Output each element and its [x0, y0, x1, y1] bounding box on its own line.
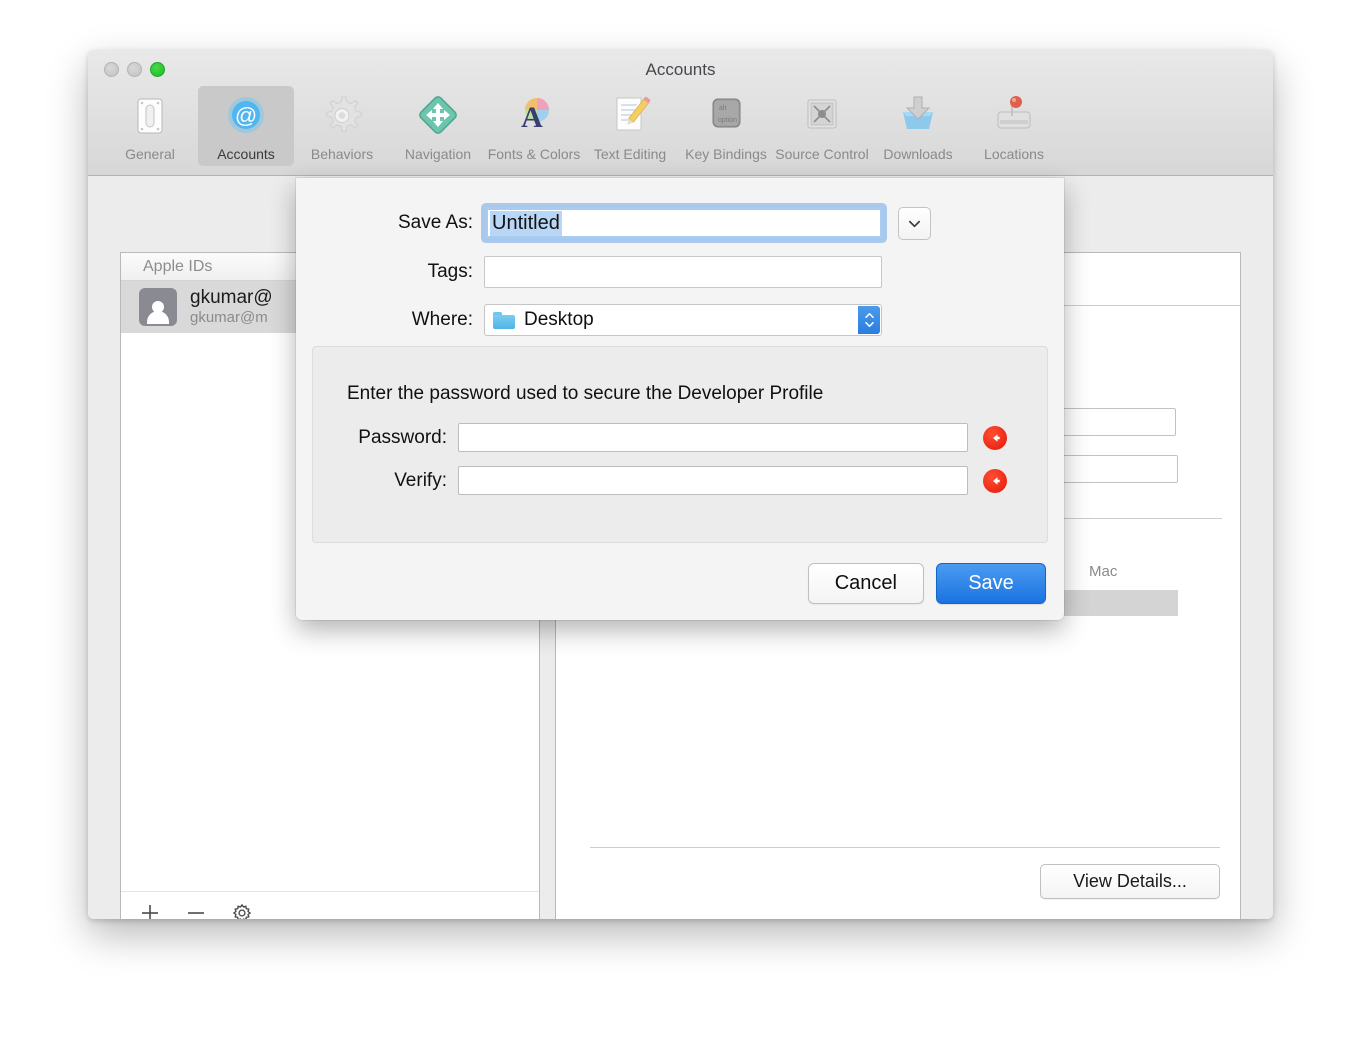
toolbar-item-text-editing[interactable]: Text Editing [582, 86, 678, 162]
toolbar-item-key-bindings[interactable]: alt option Key Bindings [678, 86, 774, 162]
gear-icon [319, 90, 365, 142]
remove-account-button[interactable] [185, 902, 207, 920]
toolbar-item-label: Key Bindings [685, 146, 767, 162]
red-left-arrow-icon[interactable] [983, 425, 1007, 450]
toolbar-item-label: Behaviors [310, 146, 374, 162]
where-label: Where: [411, 309, 473, 330]
svg-text:option: option [718, 117, 737, 124]
toolbar-item-locations[interactable]: Locations [966, 86, 1062, 162]
avatar [139, 288, 177, 326]
password-panel-description: Enter the password used to secure the De… [347, 383, 824, 404]
where-popup-button[interactable]: Desktop [484, 304, 882, 336]
screen: Accounts General @ Accounts Behaviors Na… [0, 0, 1360, 1048]
account-name: gkumar@ [190, 287, 273, 309]
safe-vault-icon [798, 90, 846, 142]
toolbar-item-label: Accounts [217, 146, 275, 162]
red-left-arrow-icon[interactable] [983, 468, 1007, 493]
font-palette-icon: A [510, 90, 558, 142]
svg-text:A: A [521, 101, 543, 134]
keyboard-key-icon: alt option [702, 90, 750, 142]
toolbar-item-source-control[interactable]: Source Control [774, 86, 870, 162]
switch-icon [128, 90, 172, 142]
toolbar-item-label: Navigation [404, 146, 472, 162]
verify-label: Verify: [394, 469, 447, 491]
apple-ids-footer-toolbar [121, 891, 539, 919]
compass-arrows-icon [414, 90, 462, 142]
toolbar-item-accounts[interactable]: @ Accounts [198, 86, 294, 166]
password-panel: Enter the password used to secure the De… [312, 346, 1048, 543]
save-as-value: Untitled [490, 210, 562, 236]
tags-input[interactable] [484, 256, 882, 288]
up-down-chevrons-icon[interactable] [858, 306, 880, 334]
svg-text:alt: alt [719, 105, 726, 112]
view-details-button[interactable]: View Details... [1040, 864, 1220, 899]
account-options-gear-icon[interactable] [231, 902, 253, 919]
toolbar-item-fonts-and-colors[interactable]: A Fonts & Colors [486, 86, 582, 162]
window-title: Accounts [645, 60, 716, 79]
save-dialog-sheet: Save As: Untitled Tags: Where: Desktop E… [296, 178, 1064, 620]
table-column-header-mac: Mac [1089, 563, 1118, 580]
password-input[interactable] [458, 423, 968, 452]
window-titlebar: Accounts General @ Accounts Behaviors Na… [88, 50, 1273, 176]
save-as-input[interactable]: Untitled [484, 206, 884, 240]
at-sign-icon: @ [223, 90, 269, 142]
verify-row: Verify: [313, 466, 1047, 495]
tags-label: Tags: [427, 261, 473, 282]
pencil-page-icon [606, 90, 654, 142]
password-row: Password: [313, 423, 1047, 452]
toolbar-item-label: General [125, 146, 175, 162]
toolbar-item-general[interactable]: General [102, 86, 198, 162]
account-email: gkumar@m [190, 309, 268, 327]
save-as-label: Save As: [398, 212, 473, 233]
where-value: Desktop [524, 309, 594, 330]
add-account-button[interactable] [139, 902, 161, 919]
detail-divider-bottom [590, 847, 1220, 848]
tags-row: Tags: [296, 256, 1064, 288]
download-tray-icon [894, 90, 942, 142]
save-as-row: Save As: Untitled [296, 206, 1064, 240]
toolbar-item-downloads[interactable]: Downloads [870, 86, 966, 162]
toolbar-item-label: Text Editing [593, 146, 667, 162]
toolbar-item-label: Downloads [883, 146, 953, 162]
password-label: Password: [358, 426, 447, 448]
where-row: Where: Desktop [296, 304, 1064, 336]
save-dialog-fields: Save As: Untitled Tags: Where: Desktop [296, 178, 1064, 336]
chevron-down-icon[interactable] [898, 206, 931, 240]
preferences-toolbar: General @ Accounts Behaviors Navigation … [88, 86, 1273, 166]
toolbar-item-label: Fonts & Colors [487, 146, 581, 162]
hard-drive-pin-icon [990, 90, 1038, 142]
svg-text:@: @ [235, 103, 257, 128]
toolbar-item-behaviors[interactable]: Behaviors [294, 86, 390, 162]
folder-icon [493, 311, 515, 329]
toolbar-item-label: Locations [984, 146, 1044, 162]
toolbar-item-label: Source Control [775, 146, 869, 162]
save-dialog-buttons: Cancel Save [807, 563, 1046, 604]
verify-input[interactable] [458, 466, 968, 495]
cancel-button[interactable]: Cancel [807, 563, 924, 604]
save-button[interactable]: Save [936, 563, 1046, 604]
toolbar-item-navigation[interactable]: Navigation [390, 86, 486, 162]
